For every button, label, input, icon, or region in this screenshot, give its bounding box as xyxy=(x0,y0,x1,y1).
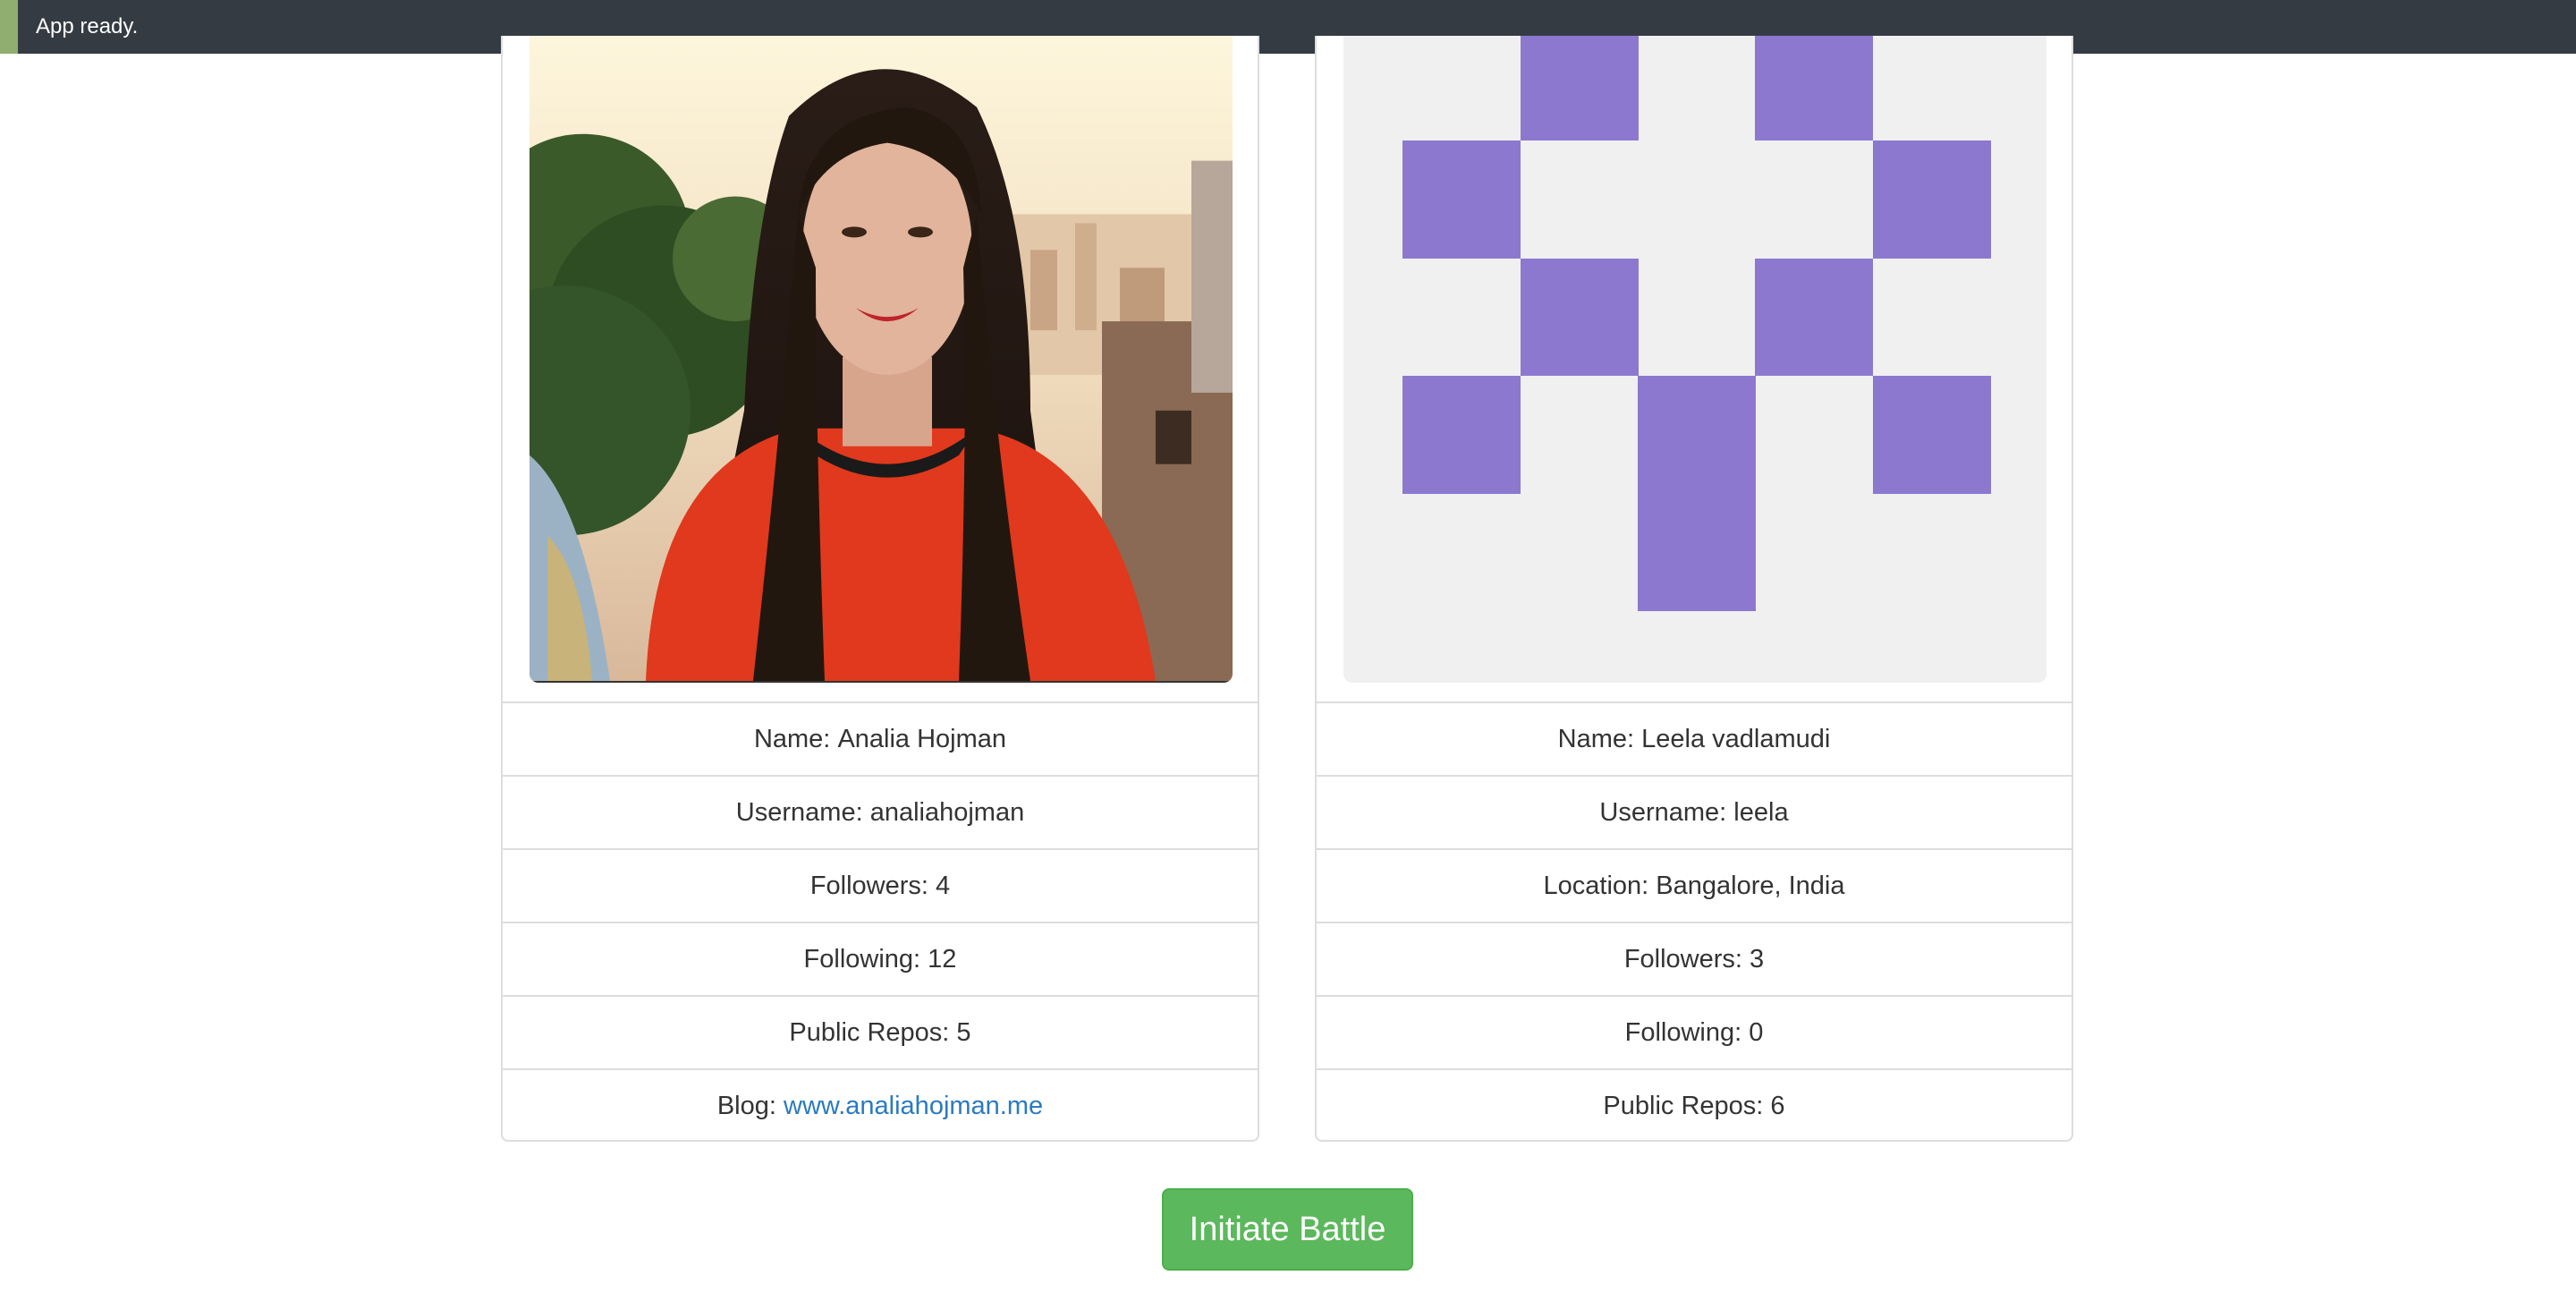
info-row-public-repos: Public Repos: 6 xyxy=(1317,1068,2072,1142)
player-following: 12 xyxy=(928,944,957,974)
player-name: Analia Hojman xyxy=(837,724,1007,753)
info-row-following: Following: 12 xyxy=(503,922,1258,995)
player-two-info-list: Name: Leela vadlamudi Username: leela Lo… xyxy=(1317,702,2072,1142)
player-one-avatar xyxy=(530,36,1233,683)
player-followers: 3 xyxy=(1750,944,1765,974)
info-row-location: Location: Bangalore, India xyxy=(1317,848,2072,922)
blog-link[interactable]: www.analiahojman.me xyxy=(784,1092,1043,1121)
initiate-battle-button[interactable]: Initiate Battle xyxy=(1162,1188,1413,1271)
player-public-repos: 5 xyxy=(956,1017,971,1047)
status-text: App ready. xyxy=(36,14,139,38)
info-row-followers: Followers: 4 xyxy=(503,848,1258,922)
player-public-repos: 6 xyxy=(1770,1091,1785,1120)
info-row-following: Following: 0 xyxy=(1317,995,2072,1068)
info-row-name: Name: Leela vadlamudi xyxy=(1317,702,2072,775)
player-one-card: Name: Analia Hojman Username: analiahojm… xyxy=(501,36,1259,1142)
info-row-blog: Blog: www.analiahojman.me xyxy=(503,1068,1258,1142)
player-name: Leela vadlamudi xyxy=(1641,724,1831,753)
player-two-card: Name: Leela vadlamudi Username: leela Lo… xyxy=(1315,36,2073,1142)
info-row-public-repos: Public Repos: 5 xyxy=(503,995,1258,1068)
player-two-avatar xyxy=(1343,36,2046,683)
info-row-followers: Followers: 3 xyxy=(1317,922,2072,995)
status-accent-stripe xyxy=(0,0,18,54)
identicon-avatar xyxy=(1343,36,2046,683)
player-one-info-list: Name: Analia Hojman Username: analiahojm… xyxy=(503,702,1258,1142)
player-followers: 4 xyxy=(936,871,951,900)
player-following: 0 xyxy=(1749,1017,1764,1047)
status-bar: App ready. xyxy=(0,0,2576,54)
profile-photo xyxy=(530,36,1233,683)
info-row-username: Username: leela xyxy=(1317,775,2072,848)
info-row-username: Username: analiahojman xyxy=(503,775,1258,848)
player-username: leela xyxy=(1733,797,1789,827)
player-location: Bangalore, India xyxy=(1656,871,1845,900)
info-row-name: Name: Analia Hojman xyxy=(503,702,1258,775)
player-username: analiahojman xyxy=(869,797,1025,827)
